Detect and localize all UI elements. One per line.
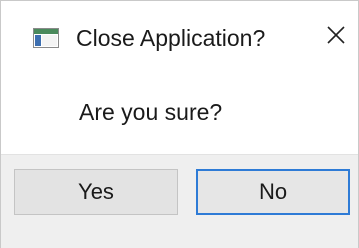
close-icon (326, 25, 346, 50)
application-window-icon (33, 28, 59, 48)
close-button[interactable] (318, 19, 354, 55)
dialog-title: Close Application? (76, 25, 266, 51)
dialog-message: Are you sure? (79, 99, 223, 125)
title-bar: Close Application? (1, 1, 358, 79)
yes-button[interactable]: Yes (14, 169, 178, 215)
no-button[interactable]: No (196, 169, 350, 215)
